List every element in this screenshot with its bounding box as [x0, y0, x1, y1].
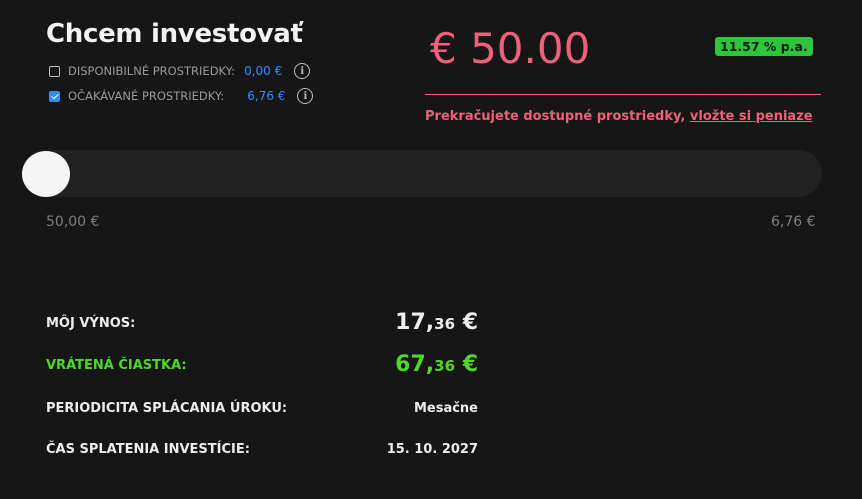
- yield-value-int: 17,: [395, 310, 435, 335]
- available-funds-value: 0,00 €: [244, 64, 283, 78]
- returned-value-dec: 36: [434, 357, 456, 375]
- deposit-money-link[interactable]: vložte si peniaze: [690, 109, 813, 124]
- info-icon[interactable]: i: [297, 88, 314, 104]
- yield-value: 17,36 €: [395, 310, 478, 335]
- periodicity-label: PERIODICITA SPLÁCANIA ÚROKU:: [46, 401, 288, 416]
- available-funds-row: DISPONIBILNÉ PROSTRIEDKY: 0,00 € i: [49, 63, 311, 79]
- yield-label: MÔJ VÝNOS:: [46, 316, 136, 331]
- expected-funds-row: OČAKÁVANÉ PROSTRIEDKY: 6,76 € i: [49, 88, 314, 104]
- returned-amount-value: 67,36 €: [395, 352, 478, 377]
- yield-value-currency: €: [455, 310, 478, 335]
- slider-min-label: 50,00 €: [46, 214, 100, 230]
- investment-amount[interactable]: € 50.00: [430, 24, 590, 73]
- maturity-label: ČAS SPLATENIA INVESTÍCIE:: [46, 442, 250, 457]
- available-funds-label: DISPONIBILNÉ PROSTRIEDKY:: [68, 64, 236, 78]
- available-funds-checkbox[interactable]: [49, 65, 60, 77]
- slider-max-label: 6,76 €: [771, 214, 816, 230]
- insufficient-funds-warning: Prekračujete dostupné prostriedky, vložt…: [425, 109, 813, 124]
- amount-underline: [425, 94, 821, 95]
- amount-slider-track[interactable]: [22, 150, 822, 197]
- interest-rate-badge: 11.57 % p.a.: [715, 37, 813, 56]
- maturity-value: 15. 10. 2027: [386, 442, 478, 457]
- amount-slider-handle[interactable]: [22, 151, 70, 197]
- returned-amount-label: VRÁTENÁ ČIASTKA:: [46, 358, 187, 373]
- yield-value-dec: 36: [434, 315, 456, 333]
- page-title: Chcem investovať: [46, 19, 303, 49]
- expected-funds-checkbox[interactable]: [49, 90, 60, 102]
- periodicity-value: Mesačne: [413, 401, 478, 416]
- warning-text: Prekračujete dostupné prostriedky,: [425, 109, 690, 124]
- expected-funds-value: 6,76 €: [247, 89, 286, 103]
- expected-funds-label: OČAKÁVANÉ PROSTRIEDKY:: [68, 89, 225, 103]
- info-icon[interactable]: i: [294, 63, 311, 79]
- returned-value-currency: €: [455, 352, 478, 377]
- returned-value-int: 67,: [395, 352, 435, 377]
